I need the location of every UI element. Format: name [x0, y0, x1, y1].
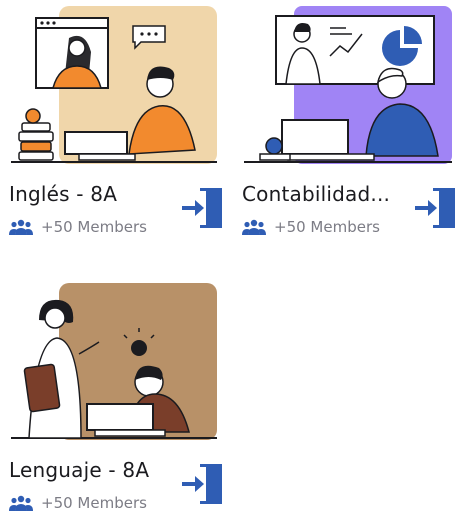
members-label: +50 Members	[41, 494, 147, 512]
class-title: Lenguaje - 8A	[9, 458, 150, 482]
enter-class-button[interactable]	[182, 462, 224, 506]
group-icon	[9, 495, 33, 511]
members-label: +50 Members	[41, 218, 147, 236]
online-class-illustration	[9, 4, 224, 166]
class-title: Inglés - 8A	[9, 182, 118, 206]
door-enter-icon	[415, 188, 455, 228]
teacher-student-illustration	[9, 280, 224, 442]
door-enter-icon	[182, 464, 222, 504]
enter-class-button[interactable]	[415, 186, 455, 230]
members-label: +50 Members	[274, 218, 380, 236]
members-count: +50 Members	[242, 218, 380, 236]
group-icon	[242, 219, 266, 235]
video-conference-illustration	[242, 4, 455, 166]
members-count: +50 Members	[9, 494, 147, 512]
enter-class-button[interactable]	[182, 186, 224, 230]
group-icon	[9, 219, 33, 235]
members-count: +50 Members	[9, 218, 147, 236]
class-card-lenguaje[interactable]: Lenguaje - 8A +50 Members	[9, 280, 224, 525]
class-card-ingles[interactable]: Inglés - 8A +50 Members	[9, 4, 224, 249]
door-enter-icon	[182, 188, 222, 228]
class-title: Contabilidad...	[242, 182, 391, 206]
class-card-contabilidad[interactable]: Contabilidad... +50 Members	[242, 4, 455, 249]
